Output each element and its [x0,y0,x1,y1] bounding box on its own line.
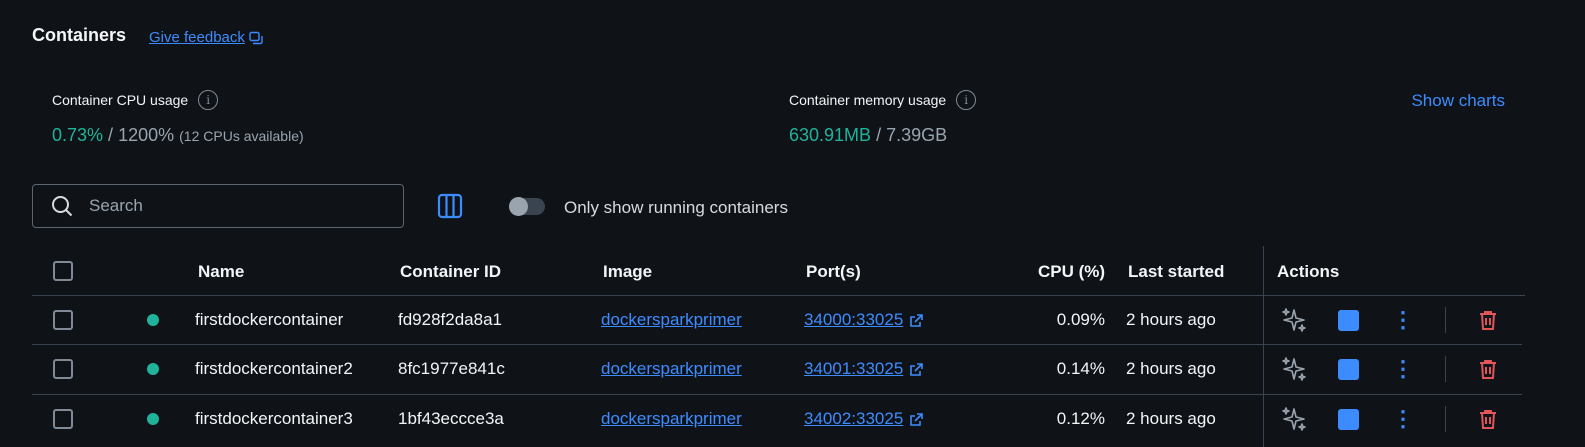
container-name[interactable]: firstdockercontainer2 [195,359,353,379]
status-running-dot [147,413,159,425]
row-checkbox[interactable] [53,310,73,330]
memory-total: 7.39GB [886,125,948,145]
more-actions-button[interactable]: ⋮ [1392,356,1414,381]
sparkle-icon [1282,308,1306,332]
give-feedback-label: Give feedback [149,29,245,46]
cpu-percent: 0.12% [1056,409,1105,428]
row-divider [32,394,1522,395]
delete-icon [1480,360,1496,379]
toggle-knob [509,197,528,216]
container-id[interactable]: 1bf43eccce3a [398,409,504,429]
memory-usage-value: 630.91MB / 7.39GB [789,125,947,146]
running-only-toggle[interactable] [509,197,545,216]
port-mapping[interactable]: 34000:33025 [804,310,903,330]
status-running-dot [147,363,159,375]
column-header-actions: Actions [1277,262,1340,281]
port-link[interactable]: 34000:33025 [804,310,924,330]
last-started: 2 hours ago [1126,310,1216,329]
column-header-ports[interactable]: Port(s) [806,262,861,282]
running-only-label: Only show running containers [564,198,788,217]
column-header-container-id[interactable]: Container ID [400,262,501,282]
container-name[interactable]: firstdockercontainer [195,310,343,330]
delete-button[interactable] [1477,358,1499,385]
delete-icon [1480,311,1496,330]
feedback-icon [249,31,263,44]
delete-button[interactable] [1477,309,1499,336]
delete-icon [1480,410,1496,429]
search-input[interactable] [87,195,371,217]
stop-button[interactable] [1338,310,1359,331]
column-header-image[interactable]: Image [603,262,652,282]
image-link[interactable]: dockersparkprimer [601,359,742,379]
port-mapping[interactable]: 34002:33025 [804,409,903,429]
external-link-icon [910,362,924,376]
ask-gordon-button[interactable] [1281,356,1307,387]
action-separator [1445,406,1446,432]
cpu-percent: 0.09% [1056,310,1105,329]
action-separator [1445,307,1446,333]
more-actions-button[interactable]: ⋮ [1392,406,1414,431]
delete-button[interactable] [1477,408,1499,435]
stop-button[interactable] [1338,359,1359,380]
container-id[interactable]: 8fc1977e841c [398,359,505,379]
search-box[interactable] [32,184,404,228]
cpu-total: 1200% [118,125,175,145]
header-divider [32,295,1525,296]
ask-gordon-button[interactable] [1281,307,1307,338]
row-checkbox[interactable] [53,409,73,429]
port-link[interactable]: 34002:33025 [804,409,924,429]
cpu-info-icon[interactable]: i [198,90,219,110]
stop-button[interactable] [1338,409,1359,430]
cpu-usage-label: Container CPU usage [52,92,189,108]
port-mapping[interactable]: 34001:33025 [804,359,903,379]
column-header-name[interactable]: Name [198,262,244,282]
memory-info-icon[interactable]: i [956,90,977,110]
image-link[interactable]: dockersparkprimer [601,409,742,429]
last-started: 2 hours ago [1126,409,1216,428]
port-link[interactable]: 34001:33025 [804,359,924,379]
memory-usage-label: Container memory usage [789,92,947,108]
sparkle-icon [1282,357,1306,381]
cpu-used: 0.73% [52,125,104,145]
search-icon [52,196,73,217]
container-id[interactable]: fd928f2da8a1 [398,310,502,330]
cpu-percent: 0.14% [1056,359,1105,378]
external-link-icon [910,412,924,426]
row-divider [32,344,1522,345]
cpu-usage-value: 0.73% / 1200% (12 CPUs available) [52,125,304,146]
column-header-last-started[interactable]: Last started [1128,262,1224,282]
cpu-separator: / [103,125,119,145]
image-link[interactable]: dockersparkprimer [601,310,742,330]
give-feedback-link[interactable]: Give feedback [149,29,263,46]
select-all-checkbox[interactable] [53,261,73,281]
show-charts-button[interactable]: Show charts [1411,91,1505,111]
external-link-icon [910,313,924,327]
columns-icon[interactable] [437,193,463,219]
actions-column-divider [1263,246,1264,447]
last-started: 2 hours ago [1126,359,1216,378]
column-header-cpu[interactable]: CPU (%) [1038,262,1105,282]
more-actions-button[interactable]: ⋮ [1392,307,1414,332]
page-title: Containers [32,25,127,45]
container-name[interactable]: firstdockercontainer3 [195,409,353,429]
memory-usage-label-row: Container memory usage i [789,90,977,110]
memory-used: 630.91MB [789,125,872,145]
memory-separator: / [871,125,887,145]
row-checkbox[interactable] [53,359,73,379]
cpu-usage-label-row: Container CPU usage i [52,90,219,110]
action-separator [1445,356,1446,382]
sparkle-icon [1282,407,1306,431]
ask-gordon-button[interactable] [1281,406,1307,437]
status-running-dot [147,314,159,326]
cpu-note: (12 CPUs available) [179,128,304,144]
